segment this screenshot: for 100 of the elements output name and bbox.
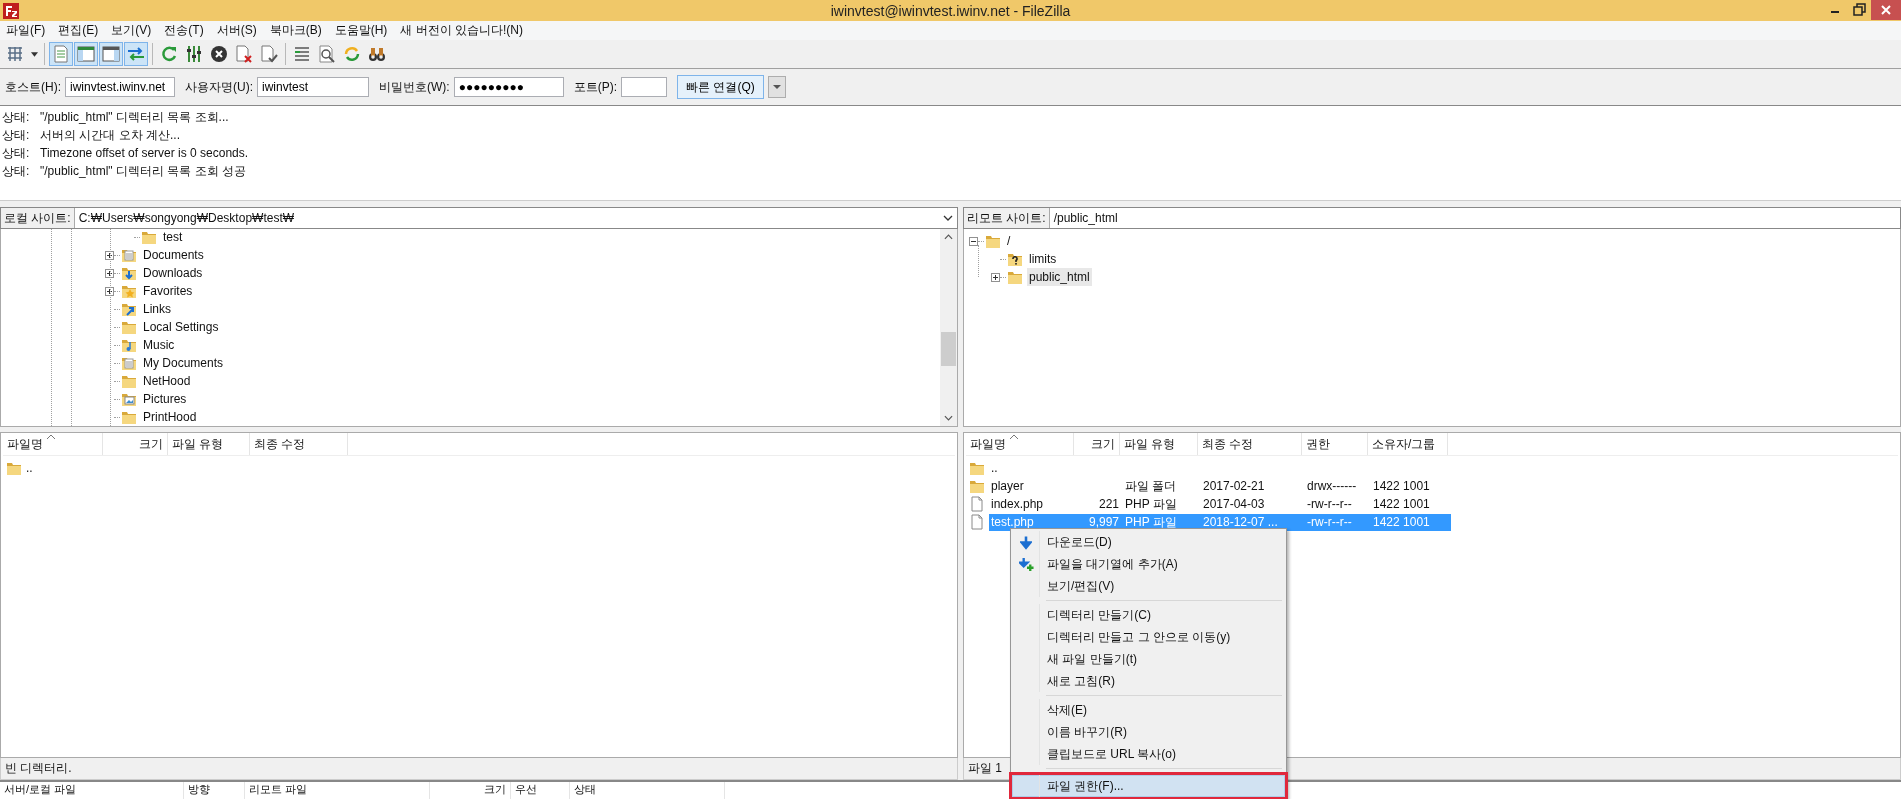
tree-item[interactable]: Documents xyxy=(141,246,206,264)
menu-item[interactable]: 새 파일 만들기(t) xyxy=(1013,648,1284,670)
column-header[interactable]: 우선 xyxy=(511,782,570,799)
owner-group: 1422 1001 xyxy=(1373,497,1430,511)
menu-item[interactable]: 다운로드(D) xyxy=(1013,531,1284,553)
scrollbar[interactable] xyxy=(940,229,957,426)
menu-item[interactable]: 디렉터리 만들고 그 안으로 이동(y) xyxy=(1013,626,1284,648)
expand-icon[interactable] xyxy=(991,272,1000,282)
magnifier-icon xyxy=(317,44,337,64)
expand-icon[interactable] xyxy=(105,286,114,296)
grid-icon xyxy=(5,44,25,64)
field-label: 사용자명(U): xyxy=(185,78,253,96)
column-header[interactable]: 최종 수정 xyxy=(1198,433,1302,455)
input-field[interactable] xyxy=(621,77,667,97)
column-header[interactable]: 크기 xyxy=(430,782,511,799)
tree-item[interactable]: PrintHood xyxy=(141,408,199,426)
column-header[interactable]: 권한 xyxy=(1302,433,1368,455)
column-header[interactable]: 크기 xyxy=(1074,433,1120,455)
column-header[interactable]: 파일 유형 xyxy=(168,433,250,455)
menu-item[interactable]: 편집(E) xyxy=(52,22,106,39)
scroll-up-icon[interactable] xyxy=(944,234,953,240)
tree-item[interactable]: public_html xyxy=(1027,268,1092,286)
tree-item[interactable]: NetHood xyxy=(141,372,193,390)
file-size: 221 xyxy=(1098,497,1119,511)
scroll-down-icon[interactable] xyxy=(944,415,953,421)
menu-item[interactable]: 보기(V) xyxy=(105,22,159,39)
file-row[interactable]: .. xyxy=(989,459,1451,477)
list-icon xyxy=(292,44,312,64)
column-header[interactable]: 리모트 파일 xyxy=(245,782,430,799)
menu-item[interactable]: 서버(S) xyxy=(210,22,264,39)
close-icon[interactable] xyxy=(1871,0,1901,20)
path-combobox[interactable]: C:₩Users₩songyong₩Desktop₩test₩ xyxy=(74,208,957,228)
column-header[interactable]: 최종 수정 xyxy=(250,433,348,455)
dropdown-button[interactable] xyxy=(768,76,786,98)
tree-item[interactable]: Pictures xyxy=(141,390,189,408)
log-label: 상태: xyxy=(2,109,31,126)
menu-item[interactable]: 이름 바꾸기(R) xyxy=(1013,721,1284,743)
tree-item[interactable]: Favorites xyxy=(141,282,195,300)
arrow-plus-icon xyxy=(1018,556,1034,572)
file-name: index.php xyxy=(991,497,1044,511)
tree-item[interactable]: Links xyxy=(141,300,173,318)
tree-item[interactable]: test xyxy=(161,228,185,246)
status-text: 빈 디렉터리. xyxy=(0,758,958,780)
column-header[interactable]: 소유자/그룹 xyxy=(1368,433,1448,455)
expand-icon[interactable] xyxy=(105,268,114,278)
column-header[interactable]: 파일 유형 xyxy=(1120,433,1198,455)
input-field[interactable]: ●●●●●●●●● xyxy=(453,77,564,97)
menu-item[interactable]: 북마크(B) xyxy=(263,22,329,39)
app-logo-icon xyxy=(3,2,19,19)
tree-item[interactable]: Local Settings xyxy=(141,318,221,336)
menu-item[interactable]: 새 버전이 있습니다!(N) xyxy=(394,22,530,39)
menu-item[interactable]: 디렉터리 만들기(C) xyxy=(1013,604,1284,626)
column-header[interactable]: 크기 xyxy=(103,433,168,455)
file-name: test.php xyxy=(991,515,1034,529)
tree-item[interactable]: limits xyxy=(1027,250,1059,268)
scroll-thumb[interactable] xyxy=(941,332,956,366)
menu-item[interactable]: 삭제(E) xyxy=(1013,699,1284,721)
menu-item[interactable]: 파일 권한(F)... xyxy=(1012,775,1285,797)
column-header[interactable]: 상태 xyxy=(570,782,725,799)
file-name[interactable]: .. xyxy=(26,461,33,475)
caret-icon xyxy=(30,51,38,57)
column-header[interactable]: 파일명 xyxy=(966,433,1074,455)
menu-item[interactable]: 파일을 대기열에 추가(A) xyxy=(1013,553,1284,575)
log-message: "/public_html" 디렉터리 목록 조회... xyxy=(40,110,229,124)
modified-date: 2018-12-07 ... xyxy=(1203,515,1278,529)
input-field[interactable]: iwinvtest.iwinv.net xyxy=(65,77,175,97)
file-row[interactable]: index.php 221 PHP 파일 2017-04-03 -rw-r--r-- 1422 1001 xyxy=(989,495,1451,513)
toolbar-button[interactable] xyxy=(99,42,123,66)
picture-folder-icon xyxy=(121,391,137,407)
menu-item[interactable]: 도움말(H) xyxy=(328,22,395,39)
file-name: player xyxy=(991,479,1024,493)
tree-item[interactable]: / xyxy=(1005,232,1013,250)
file-size: 9,997 xyxy=(1088,515,1119,529)
field-label: 호스트(H): xyxy=(5,78,61,96)
menu-item[interactable]: 파일(F) xyxy=(0,22,53,39)
collapse-icon[interactable] xyxy=(969,236,978,246)
tree-item[interactable]: Music xyxy=(141,336,177,354)
quickconnect-button[interactable]: 빠른 연결(Q) xyxy=(677,75,764,99)
file-type: PHP 파일 xyxy=(1125,496,1177,511)
document-folder-icon xyxy=(121,247,137,263)
column-header[interactable]: 서버/로컬 파일 xyxy=(0,782,184,799)
log-label: 상태: xyxy=(2,163,31,180)
input-field[interactable]: iwinvtest xyxy=(257,77,369,97)
tree-item[interactable]: Downloads xyxy=(141,264,205,282)
column-header[interactable]: 파일명 xyxy=(3,433,103,455)
window-title: iwinvtest@iwinvtest.iwinv.net - FileZilla xyxy=(830,2,1071,19)
log-message: 서버의 시간대 오차 계산... xyxy=(40,128,180,142)
folder-icon xyxy=(141,229,157,245)
column-header[interactable]: 방향 xyxy=(184,782,245,799)
sync-icon xyxy=(342,44,362,64)
menu-item[interactable]: 새로 고침(R) xyxy=(1013,670,1284,692)
menu-item[interactable]: 보기/편집(V) xyxy=(1013,575,1284,597)
caret-icon xyxy=(773,83,781,91)
log-label: 상태: xyxy=(2,145,31,162)
tree-item[interactable]: My Documents xyxy=(141,354,226,372)
menu-item[interactable]: 전송(T) xyxy=(158,22,211,39)
owner-group: 1422 1001 xyxy=(1373,515,1430,529)
file-row[interactable]: player 파일 폴더 2017-02-21 drwx------ 1422 1001 xyxy=(989,477,1451,495)
file-check-icon xyxy=(259,44,279,64)
expand-icon[interactable] xyxy=(105,250,114,260)
